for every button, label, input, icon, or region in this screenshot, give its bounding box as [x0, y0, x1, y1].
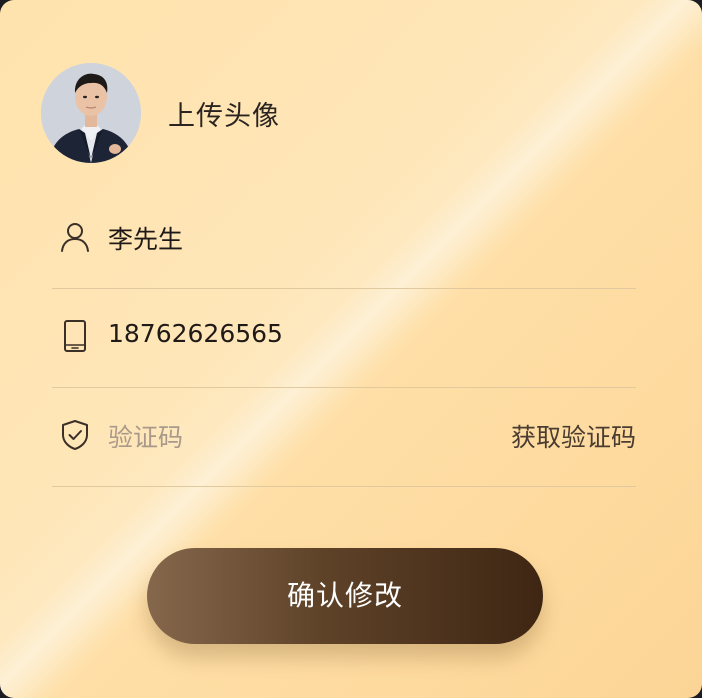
edit-profile-card: 上传头像 李先生 18762626565 验证码 获取验证码 确认修改	[0, 0, 702, 698]
confirm-button[interactable]: 确认修改	[147, 548, 543, 644]
name-input[interactable]: 李先生	[108, 220, 183, 256]
avatar[interactable]	[41, 63, 141, 163]
avatar-image	[41, 63, 141, 163]
get-code-button[interactable]: 获取验证码	[511, 418, 636, 454]
phone-icon	[60, 320, 90, 352]
shield-check-icon	[60, 419, 90, 451]
phone-input[interactable]: 18762626565	[108, 319, 283, 348]
code-row: 验证码 获取验证码	[52, 388, 636, 487]
upload-avatar-label[interactable]: 上传头像	[168, 94, 280, 133]
code-input[interactable]: 验证码	[108, 418, 183, 454]
phone-row: 18762626565	[52, 289, 636, 388]
user-icon	[60, 221, 90, 253]
name-row: 李先生	[52, 190, 636, 289]
